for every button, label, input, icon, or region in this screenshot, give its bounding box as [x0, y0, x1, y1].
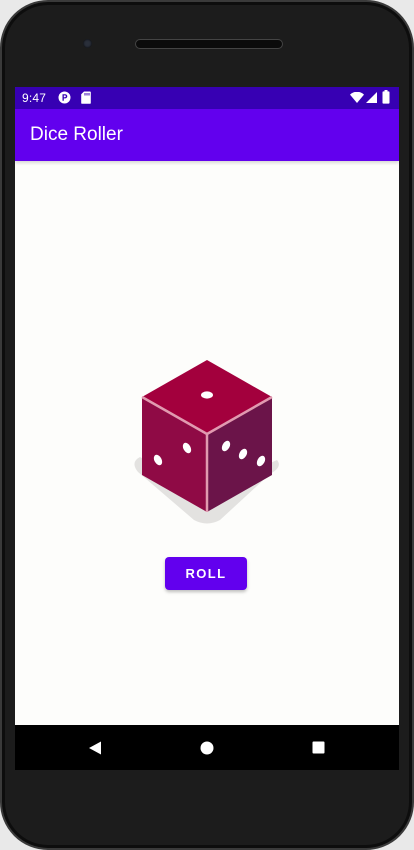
signal-icon — [366, 92, 377, 106]
recents-icon[interactable] — [288, 725, 348, 770]
sd-card-icon — [81, 91, 91, 107]
status-bar: 9:47 — [15, 87, 399, 109]
battery-icon — [382, 90, 390, 107]
dice-icon — [130, 357, 284, 527]
back-icon[interactable] — [65, 725, 125, 770]
screen: 9:47 Dice Roller ROLL — [15, 87, 399, 770]
front-camera — [83, 39, 92, 48]
home-icon[interactable] — [177, 725, 237, 770]
navigation-bar — [15, 725, 399, 770]
status-time: 9:47 — [22, 91, 47, 105]
wifi-icon — [350, 91, 364, 106]
data-saver-icon — [58, 91, 71, 107]
earpiece-speaker — [135, 39, 283, 49]
app-title: Dice Roller — [30, 124, 123, 145]
app-bar: Dice Roller — [15, 109, 399, 161]
roll-button[interactable]: ROLL — [165, 557, 247, 590]
